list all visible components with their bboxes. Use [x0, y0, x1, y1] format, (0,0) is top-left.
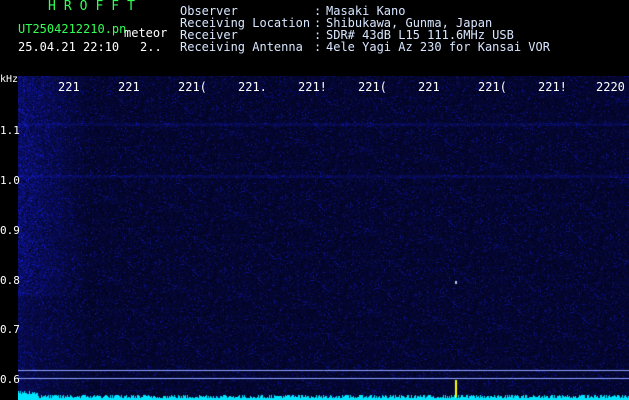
app-title: HROFFT	[48, 0, 143, 14]
antenna-value: 4ele Yagi Az 230 for Kansai VOR	[326, 40, 550, 54]
y-tick-label: 1.0	[0, 174, 20, 187]
x-tick-label: 221!	[538, 80, 567, 94]
counter-value: 2..	[140, 40, 162, 54]
x-tick-label: 221!	[298, 80, 327, 94]
antenna-colon: :	[314, 40, 322, 54]
y-tick-label: 1.1	[0, 124, 20, 137]
antenna-label: Receiving Antenna	[180, 40, 303, 54]
spectrogram-canvas	[18, 76, 629, 400]
date-time: 25.04.21 22:10	[18, 40, 120, 54]
x-tick-label: 221	[418, 80, 440, 94]
x-tick-label: 2220	[596, 80, 625, 94]
y-tick-label: 0.8	[0, 274, 20, 287]
x-tick-label: 221(	[178, 80, 207, 94]
x-tick-label: 221.	[238, 80, 267, 94]
x-tick-label: 221	[58, 80, 80, 94]
y-tick-label: 0.9	[0, 224, 20, 237]
y-tick-label: 0.7	[0, 323, 20, 336]
y-tick-label: 0.6	[0, 373, 20, 386]
x-tick-label: 221(	[358, 80, 387, 94]
y-unit-label: kHz	[0, 74, 19, 85]
x-tick-label: 221	[118, 80, 140, 94]
file-name: UT2504212210.pn	[18, 22, 127, 36]
meteor-label: meteor	[124, 26, 168, 40]
x-tick-label: 221(	[478, 80, 507, 94]
